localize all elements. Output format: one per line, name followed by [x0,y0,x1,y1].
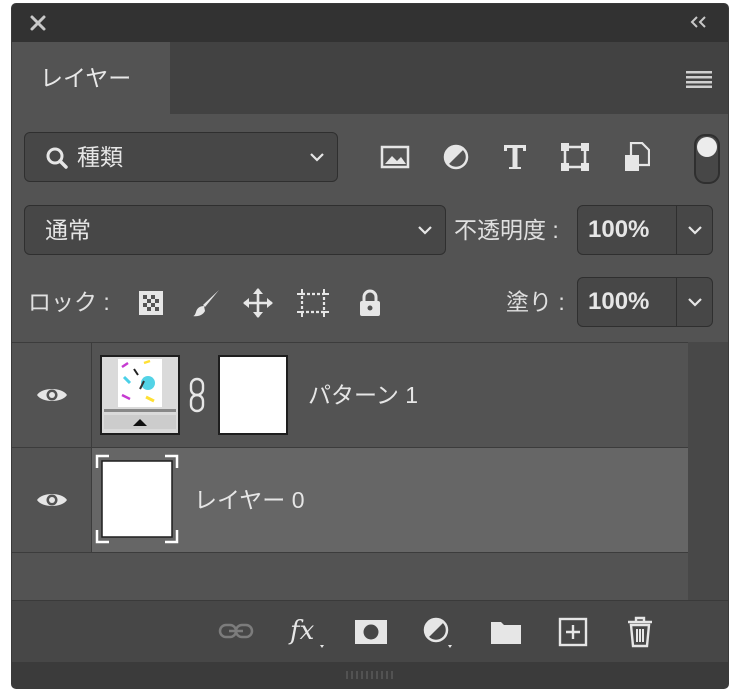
lock-transparent-pixels-icon[interactable] [138,290,164,316]
layer-name: パターン 1 [308,382,419,408]
filter-pixel-layers-icon[interactable] [380,145,410,169]
lock-position-move-icon[interactable] [242,287,274,319]
opacity-divider [676,206,677,254]
filter-kind-label: 種類 [77,144,123,170]
close-icon[interactable] [28,13,48,33]
divider [12,552,688,553]
panel-menu-icon[interactable] [686,70,712,88]
opacity-value: 100% [588,216,650,243]
layer-row-layer0[interactable]: レイヤー 0 [12,448,688,552]
fill-dropdown-chevron-icon[interactable] [687,296,703,308]
layer-mask-thumbnail[interactable] [218,355,288,435]
tab-layers[interactable]: レイヤー [12,42,170,114]
column-divider [91,448,92,552]
filter-adjustment-layers-icon[interactable] [442,143,470,171]
lock-image-pixels-brush-icon[interactable] [192,288,222,318]
pattern-layer-thumbnail[interactable] [100,355,180,435]
opacity-input[interactable]: 100% [577,205,713,255]
filter-type-layers-icon[interactable] [502,143,528,171]
column-divider [91,343,92,447]
svg-text:fx: fx [288,616,315,646]
fill-value: 100% [588,288,650,315]
filter-kind-dropdown[interactable]: 種類 [24,132,338,182]
eye-icon [37,389,67,401]
lock-label: ロック : [28,289,110,315]
filter-toggle-knob [697,137,717,157]
search-icon [46,147,68,169]
link-layers-icon[interactable] [218,621,254,641]
resize-grip[interactable] [12,662,728,688]
opacity-dropdown-chevron-icon[interactable] [687,224,703,236]
visibility-toggle[interactable] [12,343,92,447]
lock-artboard-icon[interactable] [296,288,330,318]
mask-link-icon[interactable] [188,377,206,413]
layer-row-pattern[interactable]: パターン 1 [12,343,688,447]
blend-mode-value: 通常 [45,217,91,243]
blend-mode-dropdown[interactable]: 通常 [24,205,446,255]
collapse-panel-icon[interactable] [688,14,710,30]
layers-footer-toolbar: fx [12,600,728,663]
fill-divider [676,278,677,326]
layers-list: パターン 1 レイヤー 0 [12,342,728,600]
new-layer-icon[interactable] [558,617,588,647]
layer-name: レイヤー 0 [194,487,305,513]
chevron-down-icon [310,153,324,162]
new-group-folder-icon[interactable] [490,619,522,645]
filter-toggle-switch[interactable] [694,134,720,184]
fill-input[interactable]: 100% [577,277,713,327]
layers-scrollbar[interactable] [688,342,728,600]
lock-all-icon[interactable] [358,289,382,317]
tab-strip: レイヤー [12,42,728,114]
eye-icon [37,494,67,506]
new-adjustment-layer-icon[interactable] [422,615,456,649]
grip-icon [346,671,393,679]
chevron-down-icon [418,226,432,235]
layers-panel: レイヤー 種類 通常 不透明度: 100% ロック: 塗り: 100% パ… [12,4,728,688]
filter-smart-objects-icon[interactable] [624,142,650,172]
layer-style-fx-icon[interactable]: fx [288,615,328,649]
opacity-label: 不透明度 : [454,217,559,243]
layer-thumbnail-selected[interactable] [95,454,179,544]
filter-shape-layers-icon[interactable] [560,142,590,172]
add-mask-icon[interactable] [354,619,388,645]
delete-layer-trash-icon[interactable] [626,616,654,648]
panel-titlebar [12,4,728,42]
fill-label: 塗り : [506,289,565,315]
visibility-toggle[interactable] [12,448,92,552]
